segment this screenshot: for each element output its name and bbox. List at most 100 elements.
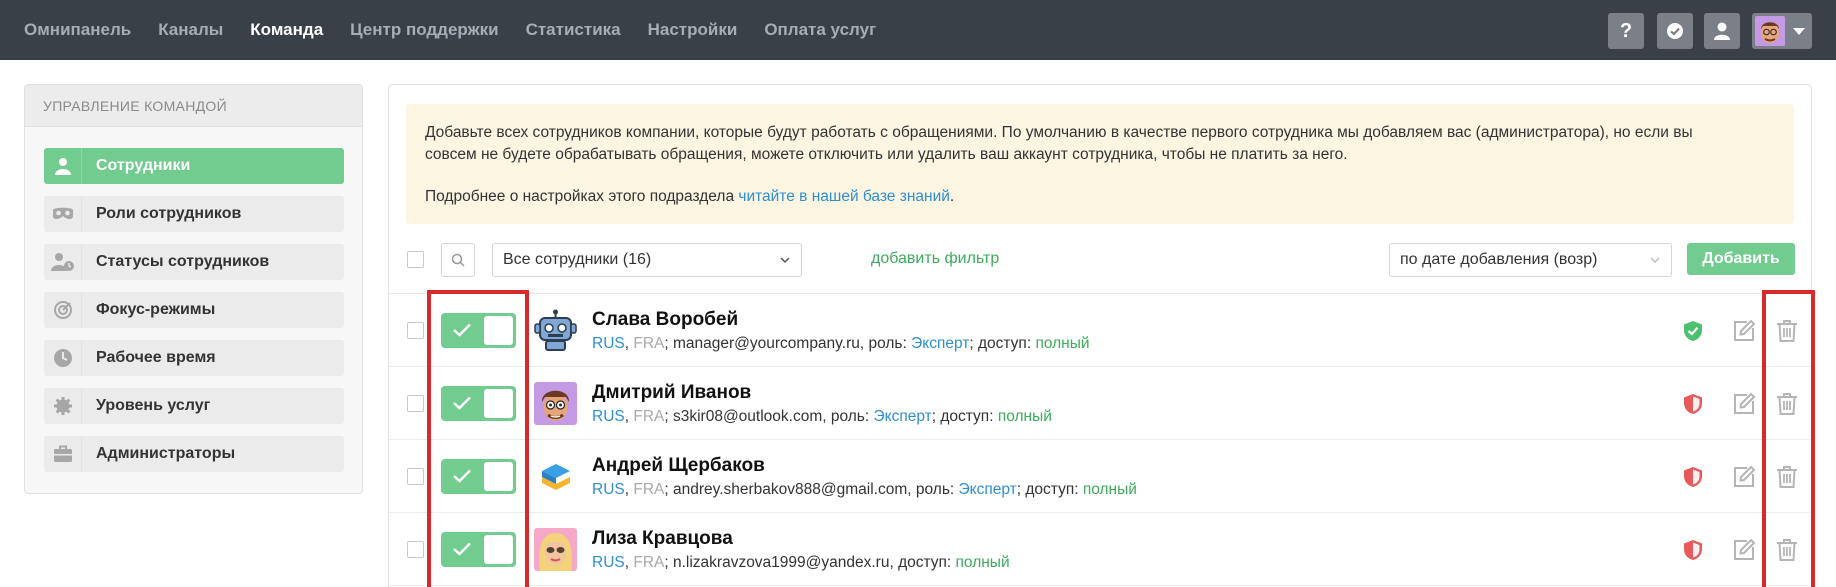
nav-item-settings[interactable]: Настройки <box>648 20 738 40</box>
toggle-knob <box>484 535 513 564</box>
help-button[interactable]: ? <box>1608 13 1644 49</box>
language-secondary[interactable]: FRA <box>633 481 664 498</box>
gear-icon <box>44 388 82 424</box>
sidebar-item-statuses[interactable]: Статусы сотрудников <box>44 244 344 280</box>
check-icon <box>453 323 471 337</box>
add-employee-button[interactable]: Добавить <box>1687 243 1795 275</box>
select-all-checkbox[interactable] <box>407 251 424 268</box>
edit-icon[interactable] <box>1732 319 1756 343</box>
sidebar-item-label: Фокус-режимы <box>96 301 216 318</box>
language-secondary[interactable]: FRA <box>633 408 664 425</box>
sidebar-item-administrators[interactable]: Администраторы <box>44 436 344 472</box>
employee-access[interactable]: полный <box>998 408 1052 425</box>
chevron-down-icon <box>1793 28 1805 35</box>
sidebar-item-focus-modes[interactable]: Фокус-режимы <box>44 292 344 328</box>
nav-item-statistics[interactable]: Статистика <box>526 20 621 40</box>
status-button[interactable] <box>1657 13 1693 49</box>
trash-icon[interactable] <box>1776 319 1798 343</box>
employee-name: Андрей Щербаков <box>592 455 765 476</box>
shield-alert-icon[interactable] <box>1683 539 1703 561</box>
row-checkbox[interactable] <box>407 322 424 339</box>
employee-active-toggle[interactable] <box>441 313 516 348</box>
shield-alert-icon[interactable] <box>1683 393 1703 415</box>
sort-select[interactable]: по дате добавления (возр) <box>1389 243 1672 277</box>
notice-more: Подробнее о настройках этого подраздела … <box>425 188 955 205</box>
employee-email: ; s3kir08@outlook.com <box>664 408 823 425</box>
nav-item-support-center[interactable]: Центр поддержки <box>350 20 498 40</box>
shield-alert-icon[interactable] <box>1683 466 1703 488</box>
nav-item-omnipanel[interactable]: Омнипанель <box>24 20 131 40</box>
row-checkbox[interactable] <box>407 541 424 558</box>
user-status-icon <box>44 244 82 280</box>
language-secondary[interactable]: FRA <box>633 554 664 571</box>
language-secondary[interactable]: FRA <box>633 335 664 352</box>
language-primary[interactable]: RUS <box>592 335 625 352</box>
search-icon <box>451 253 465 267</box>
employee-access[interactable]: полный <box>1035 335 1089 352</box>
briefcase-icon <box>44 436 82 472</box>
employee-email: ; manager@yourcompany.ru <box>664 335 860 352</box>
nav-item-channels[interactable]: Каналы <box>158 20 223 40</box>
language-primary[interactable]: RUS <box>592 481 625 498</box>
trash-icon[interactable] <box>1776 392 1798 416</box>
employee-email: ; n.lizakravzova1999@yandex.ru <box>664 554 890 571</box>
employee-details: RUS, FRA; s3kir08@outlook.com, роль: Экс… <box>592 408 1052 425</box>
row-checkbox[interactable] <box>407 395 424 412</box>
check-icon <box>453 542 471 556</box>
clock-icon <box>44 340 82 376</box>
employee-role[interactable]: Эксперт <box>911 335 969 352</box>
woman-avatar <box>534 528 577 571</box>
user-icon <box>44 148 82 184</box>
employee-name: Лиза Кравцова <box>592 528 733 549</box>
row-checkbox[interactable] <box>407 468 424 485</box>
sort-value: по дате добавления (возр) <box>1400 251 1598 268</box>
sidebar-item-roles[interactable]: Роли сотрудников <box>44 196 344 232</box>
sidebar-item-employees[interactable]: Сотрудники <box>44 148 344 184</box>
user-icon <box>1714 22 1730 40</box>
nav-item-team[interactable]: Команда <box>250 20 323 40</box>
knowledge-base-link[interactable]: читайте в нашей базе знаний <box>738 188 950 205</box>
trash-icon[interactable] <box>1776 538 1798 562</box>
employee-filter-select[interactable]: Все сотрудники (16) <box>492 243 802 277</box>
avatar <box>1755 16 1785 46</box>
edit-icon[interactable] <box>1732 465 1756 489</box>
employee-row: Андрей Щербаков RUS, FRA; andrey.sherbak… <box>389 440 1811 513</box>
account-menu-button[interactable] <box>1752 13 1812 49</box>
employee-row: Лиза Кравцова RUS, FRA; n.lizakravzova19… <box>389 513 1811 586</box>
shield-check-icon[interactable] <box>1683 320 1703 342</box>
employee-details: RUS, FRA; manager@yourcompany.ru, роль: … <box>592 335 1090 352</box>
employee-active-toggle[interactable] <box>441 532 516 567</box>
add-filter-link[interactable]: добавить фильтр <box>871 250 999 268</box>
employee-active-toggle[interactable] <box>441 386 516 421</box>
employee-details: RUS, FRA; n.lizakravzova1999@yandex.ru, … <box>592 554 1010 571</box>
employee-access[interactable]: полный <box>956 554 1010 571</box>
sidebar-item-service-level[interactable]: Уровень услуг <box>44 388 344 424</box>
check-badge-icon <box>1667 23 1683 39</box>
notice-text: Добавьте всех сотрудников компании, кото… <box>425 124 1693 141</box>
sidebar-item-label: Роли сотрудников <box>96 205 242 222</box>
focus-icon <box>44 292 82 328</box>
edit-icon[interactable] <box>1732 538 1756 562</box>
employee-role[interactable]: Эксперт <box>874 408 932 425</box>
toggle-knob <box>484 462 513 491</box>
check-icon <box>453 396 471 410</box>
employee-filter-value: Все сотрудники (16) <box>503 251 652 268</box>
language-primary[interactable]: RUS <box>592 554 625 571</box>
profile-button[interactable] <box>1704 13 1740 49</box>
search-button[interactable] <box>441 243 475 277</box>
employee-row: Дмитрий Иванов RUS, FRA; s3kir08@outlook… <box>389 367 1811 440</box>
employee-name: Дмитрий Иванов <box>592 382 752 403</box>
top-navigation-bar: Омнипанель Каналы Команда Центр поддержк… <box>0 0 1836 60</box>
sidebar-item-working-time[interactable]: Рабочее время <box>44 340 344 376</box>
edit-icon[interactable] <box>1732 392 1756 416</box>
employee-role[interactable]: Эксперт <box>959 481 1017 498</box>
employee-access[interactable]: полный <box>1083 481 1137 498</box>
toggle-knob <box>484 316 513 345</box>
trash-icon[interactable] <box>1776 465 1798 489</box>
logo-avatar <box>534 455 577 498</box>
employees-panel: Добавьте всех сотрудников компании, кото… <box>388 84 1812 587</box>
chevron-down-icon <box>1650 257 1660 264</box>
nav-item-billing[interactable]: Оплата услуг <box>764 20 876 40</box>
language-primary[interactable]: RUS <box>592 408 625 425</box>
employee-active-toggle[interactable] <box>441 459 516 494</box>
